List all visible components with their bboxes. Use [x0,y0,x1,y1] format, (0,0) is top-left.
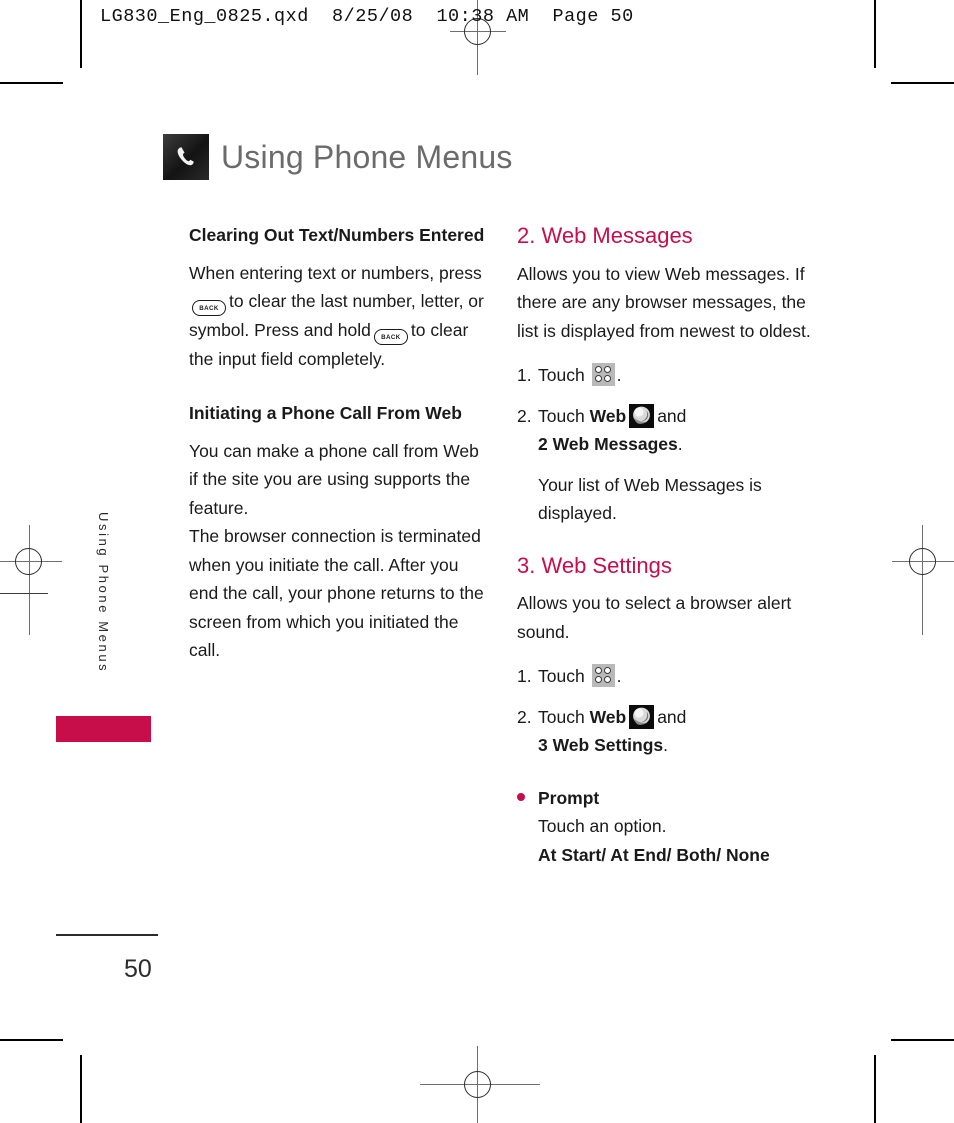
left-heading-initiating-call: Initiating a Phone Call From Web [189,402,462,423]
side-tab-marker [56,716,151,742]
crop-mark-bottom-right-vertical [874,1055,876,1123]
prompt-bullet-item: Prompt Touch an option. At Start/ At End… [517,784,817,870]
web-globe-icon [629,704,655,729]
left-paragraph-clearing: When entering text or numbers, press BACK… [189,259,489,374]
section3-step-2: 2. Touch Web and 3 Web Settings. [517,703,817,760]
footer-rule [56,934,158,936]
web-globe-icon [629,403,655,428]
left-paragraph-browser-connection: The browser connection is terminated whe… [189,526,484,661]
section2-step2-period: . [677,434,683,455]
bullet-dot-icon [517,784,538,870]
page-title: Using Phone Menus [221,138,513,175]
section3-step2-text-a: Touch [538,706,585,727]
crop-mark-top-right-horizontal [891,82,954,84]
crop-mark-top-right-vertical [874,0,876,68]
section2-step2-menu-web: Web [589,405,627,426]
page-title-row: Using Phone Menus [163,134,513,180]
left-column: Clearing Out Text/Numbers Entered When e… [189,222,489,665]
section-heading-web-messages: 2. Web Messages [517,223,693,248]
section2-step1-number: 1. [517,365,532,386]
menu-grid-icon [591,363,615,387]
section-heading-web-settings: 3. Web Settings [517,552,672,578]
section2-step2-number: 2. [517,405,532,426]
page-number: 50 [124,955,152,983]
section2-step-1: 1. Touch . [517,361,817,390]
back-key-icon: BACK [373,329,408,346]
crop-mark-bottom-left-horizontal [0,1039,63,1041]
crop-mark-top-left-vertical [80,0,82,68]
section2-step1-period: . [616,365,622,386]
left-paragraph-supports: You can make a phone call from Web if th… [189,440,479,518]
section3-step1-body: Touch . [538,662,817,691]
registration-mark-right [892,525,954,635]
section2-note: Your list of Web Messages is displayed. [538,474,762,524]
prompt-options: At Start/ At End/ Both/ None [538,844,770,865]
section2-step2-target: 2 Web Messages [538,434,678,455]
section2-step1-text: Touch [538,365,585,386]
section3-step1-text: Touch [538,666,585,687]
prompt-description: Touch an option. [538,816,667,837]
menu-grid-icon [591,664,615,688]
section3-step2-period: . [663,735,668,756]
left-heading-clearing-out: Clearing Out Text/Numbers Entered [189,225,485,245]
phone-handset-icon [163,134,209,180]
section2-intro: Allows you to view Web messages. If ther… [517,263,811,341]
prompt-title: Prompt [538,787,600,808]
section2-step2-text-b: and [657,405,687,426]
right-column: 2. Web Messages Allows you to view Web m… [517,222,817,869]
back-key-icon: BACK [192,300,226,317]
clearing-text-a: When entering text or numbers, press [189,262,482,283]
registration-mark-left [0,525,62,635]
prepress-header-text: LG830_Eng_0825.qxd 8/25/08 10:38 AM Page… [100,6,634,27]
crop-mark-top-left-horizontal [0,82,63,84]
prompt-bullet-body: Prompt Touch an option. At Start/ At End… [538,784,817,870]
section3-step2-number: 2. [517,706,532,727]
registration-mark-bottom [420,1046,540,1123]
section3-step-1: 1. Touch . [517,662,817,691]
section3-step1-period: . [616,666,622,687]
section3-intro: Allows you to select a browser alert sou… [517,593,792,642]
side-tab-label: Using Phone Menus [96,512,111,674]
section3-step2-text-b: and [657,706,687,727]
section3-step2-target: 3 Web Settings [538,735,664,756]
section3-step2-menu-web: Web [589,706,627,727]
section3-step2-body: Touch Web and 3 Web Settings. [538,703,817,760]
section2-step2-body: Touch Web and 2 Web Messages. [538,402,817,459]
section2-step1-body: Touch . [538,361,817,390]
section2-step2-text-a: Touch [538,405,585,426]
section3-step1-number: 1. [517,666,532,687]
side-rule [0,593,48,594]
section2-step-2: 2. Touch Web and 2 Web Messages. [517,402,817,459]
crop-mark-bottom-right-horizontal [891,1039,954,1041]
crop-mark-bottom-left-vertical [80,1055,82,1123]
